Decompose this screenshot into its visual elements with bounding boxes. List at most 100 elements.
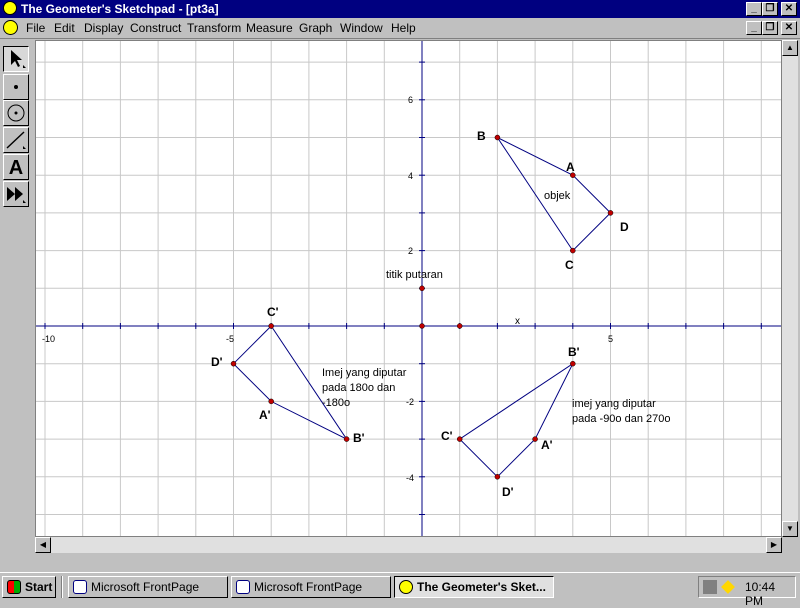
vertical-scrollbar[interactable]: ▲ ▼ xyxy=(782,40,798,537)
x-tick-label-minus-5: -5 xyxy=(226,334,234,344)
coordinate-graph[interactable]: -10 -5 5 6 4 2 -2 -4 x A B C D A' B' C' … xyxy=(36,41,782,537)
scroll-corner xyxy=(782,537,798,553)
image-270-caption-line-2[interactable]: pada -90o dan 270o xyxy=(572,413,670,425)
menu-edit[interactable]: Edit xyxy=(54,21,75,35)
image-270-caption-line-1[interactable]: imej yang diputar xyxy=(572,398,656,410)
window-title: The Geometer's Sketchpad - [pt3a] xyxy=(21,2,219,16)
image-180-caption-line-1[interactable]: Imej yang diputar xyxy=(322,367,407,379)
vertex-b-prime-270[interactable] xyxy=(570,360,576,367)
unit-point[interactable] xyxy=(456,323,463,329)
sketch-canvas[interactable]: -10 -5 5 6 4 2 -2 -4 x A B C D A' B' C' … xyxy=(35,40,782,537)
y-tick-label-2: 2 xyxy=(408,246,413,256)
vertex-c-prime-180[interactable] xyxy=(268,323,274,329)
label-c-prime-180[interactable]: C' xyxy=(267,305,279,319)
axis-ticks xyxy=(44,61,762,515)
menu-display[interactable]: Display xyxy=(84,21,123,35)
label-a[interactable]: A xyxy=(566,160,575,174)
image-270-quadrilateral[interactable] xyxy=(458,362,575,478)
menu-measure[interactable]: Measure xyxy=(246,21,293,35)
arrow-tool[interactable] xyxy=(3,46,29,72)
sketchpad-app-icon[interactable] xyxy=(3,1,17,15)
label-d[interactable]: D xyxy=(620,220,629,234)
segment-icon xyxy=(6,131,26,149)
scroll-down-button[interactable]: ▼ xyxy=(782,521,798,537)
label-c[interactable]: C xyxy=(565,258,574,272)
scroll-right-button[interactable]: ▶ xyxy=(766,537,782,553)
doc-close-button[interactable]: ✕ xyxy=(781,21,797,35)
vertex-d-prime-180[interactable] xyxy=(230,360,237,367)
menu-bar: File Edit Display Construct Transform Me… xyxy=(0,18,800,39)
rotation-center-point[interactable] xyxy=(419,285,425,292)
scroll-up-button[interactable]: ▲ xyxy=(782,40,798,56)
taskbar-frontpage-1[interactable]: Microsoft FrontPage xyxy=(68,576,228,598)
x-tick-label-5: 5 xyxy=(608,334,613,344)
menu-window[interactable]: Window xyxy=(340,21,383,35)
menu-construct[interactable]: Construct xyxy=(130,21,181,35)
clock[interactable]: 10:44 PM xyxy=(745,580,795,608)
label-b[interactable]: B xyxy=(477,129,486,143)
circle-icon xyxy=(7,104,25,122)
text-tool[interactable]: A xyxy=(3,154,29,180)
frontpage-icon xyxy=(73,580,87,594)
window-titlebar[interactable]: The Geometer's Sketchpad - [pt3a] _ ❐ ✕ xyxy=(0,0,800,18)
y-tick-label-4: 4 xyxy=(408,171,413,181)
object-caption[interactable]: objek xyxy=(544,190,571,202)
pen-icon[interactable] xyxy=(721,580,735,594)
label-d-prime-180[interactable]: D' xyxy=(211,355,223,369)
label-b-prime-270[interactable]: B' xyxy=(568,345,580,359)
start-label: Start xyxy=(25,580,53,594)
straightedge-tool[interactable] xyxy=(3,127,29,153)
vertex-c[interactable] xyxy=(570,247,576,254)
rotation-center-caption[interactable]: titik putaran xyxy=(386,269,443,281)
network-icon[interactable] xyxy=(703,580,717,594)
menu-transform[interactable]: Transform xyxy=(187,21,241,35)
taskbar: Start Microsoft FrontPage Microsoft Fron… xyxy=(0,572,800,608)
x-axis-label: x xyxy=(515,316,520,327)
doc-minimize-button[interactable]: _ xyxy=(746,21,762,35)
vertex-a-prime-270[interactable] xyxy=(532,436,538,442)
sketchpad-icon xyxy=(399,580,413,594)
scroll-left-button[interactable]: ◀ xyxy=(35,537,51,553)
point-tool[interactable] xyxy=(3,74,29,100)
vertex-b[interactable] xyxy=(494,134,501,141)
y-tick-label-minus-2: -2 xyxy=(406,397,414,407)
toolbox: A xyxy=(2,44,30,210)
minimize-button[interactable]: _ xyxy=(746,2,762,16)
y-tick-label-6: 6 xyxy=(408,95,413,105)
vertex-a-prime-180[interactable] xyxy=(268,398,274,405)
grid-lines xyxy=(36,41,781,536)
document-icon[interactable] xyxy=(3,20,18,35)
label-b-prime-180[interactable]: B' xyxy=(353,431,365,445)
taskbar-frontpage-2-label: Microsoft FrontPage xyxy=(254,580,363,594)
compass-tool[interactable] xyxy=(3,100,29,126)
menu-graph[interactable]: Graph xyxy=(299,21,332,35)
start-button[interactable]: Start xyxy=(2,576,56,598)
point-icon xyxy=(14,85,18,89)
image-180-caption-line-3[interactable]: -180o xyxy=(322,397,350,409)
script-tool[interactable] xyxy=(3,181,29,207)
text-tool-letter: A xyxy=(9,157,23,179)
windows-logo-icon xyxy=(7,580,21,594)
vertex-b-prime-180[interactable] xyxy=(343,436,350,442)
vertex-d-prime-270[interactable] xyxy=(494,474,501,480)
maximize-button[interactable]: ❐ xyxy=(762,2,778,16)
menu-file[interactable]: File xyxy=(26,21,45,35)
vertex-c-prime-270[interactable] xyxy=(456,436,463,442)
doc-restore-button[interactable]: ❐ xyxy=(762,21,778,35)
y-tick-label-minus-4: -4 xyxy=(406,473,414,483)
arrow-icon xyxy=(11,50,26,68)
vertex-d[interactable] xyxy=(607,210,614,216)
taskbar-sketchpad[interactable]: The Geometer's Sket... xyxy=(394,576,554,598)
label-a-prime-270[interactable]: A' xyxy=(541,438,553,452)
image-180-caption-line-2[interactable]: pada 180o dan xyxy=(322,382,395,394)
label-a-prime-180[interactable]: A' xyxy=(259,408,271,422)
origin-point[interactable] xyxy=(419,323,425,329)
taskbar-sketchpad-label: The Geometer's Sket... xyxy=(417,580,546,594)
taskbar-frontpage-2[interactable]: Microsoft FrontPage xyxy=(231,576,391,598)
close-button[interactable]: ✕ xyxy=(781,2,797,16)
text-a-icon: A xyxy=(9,157,23,179)
label-c-prime-270[interactable]: C' xyxy=(441,429,453,443)
horizontal-scrollbar[interactable]: ◀ ▶ xyxy=(35,537,782,553)
label-d-prime-270[interactable]: D' xyxy=(502,485,514,499)
menu-help[interactable]: Help xyxy=(391,21,416,35)
